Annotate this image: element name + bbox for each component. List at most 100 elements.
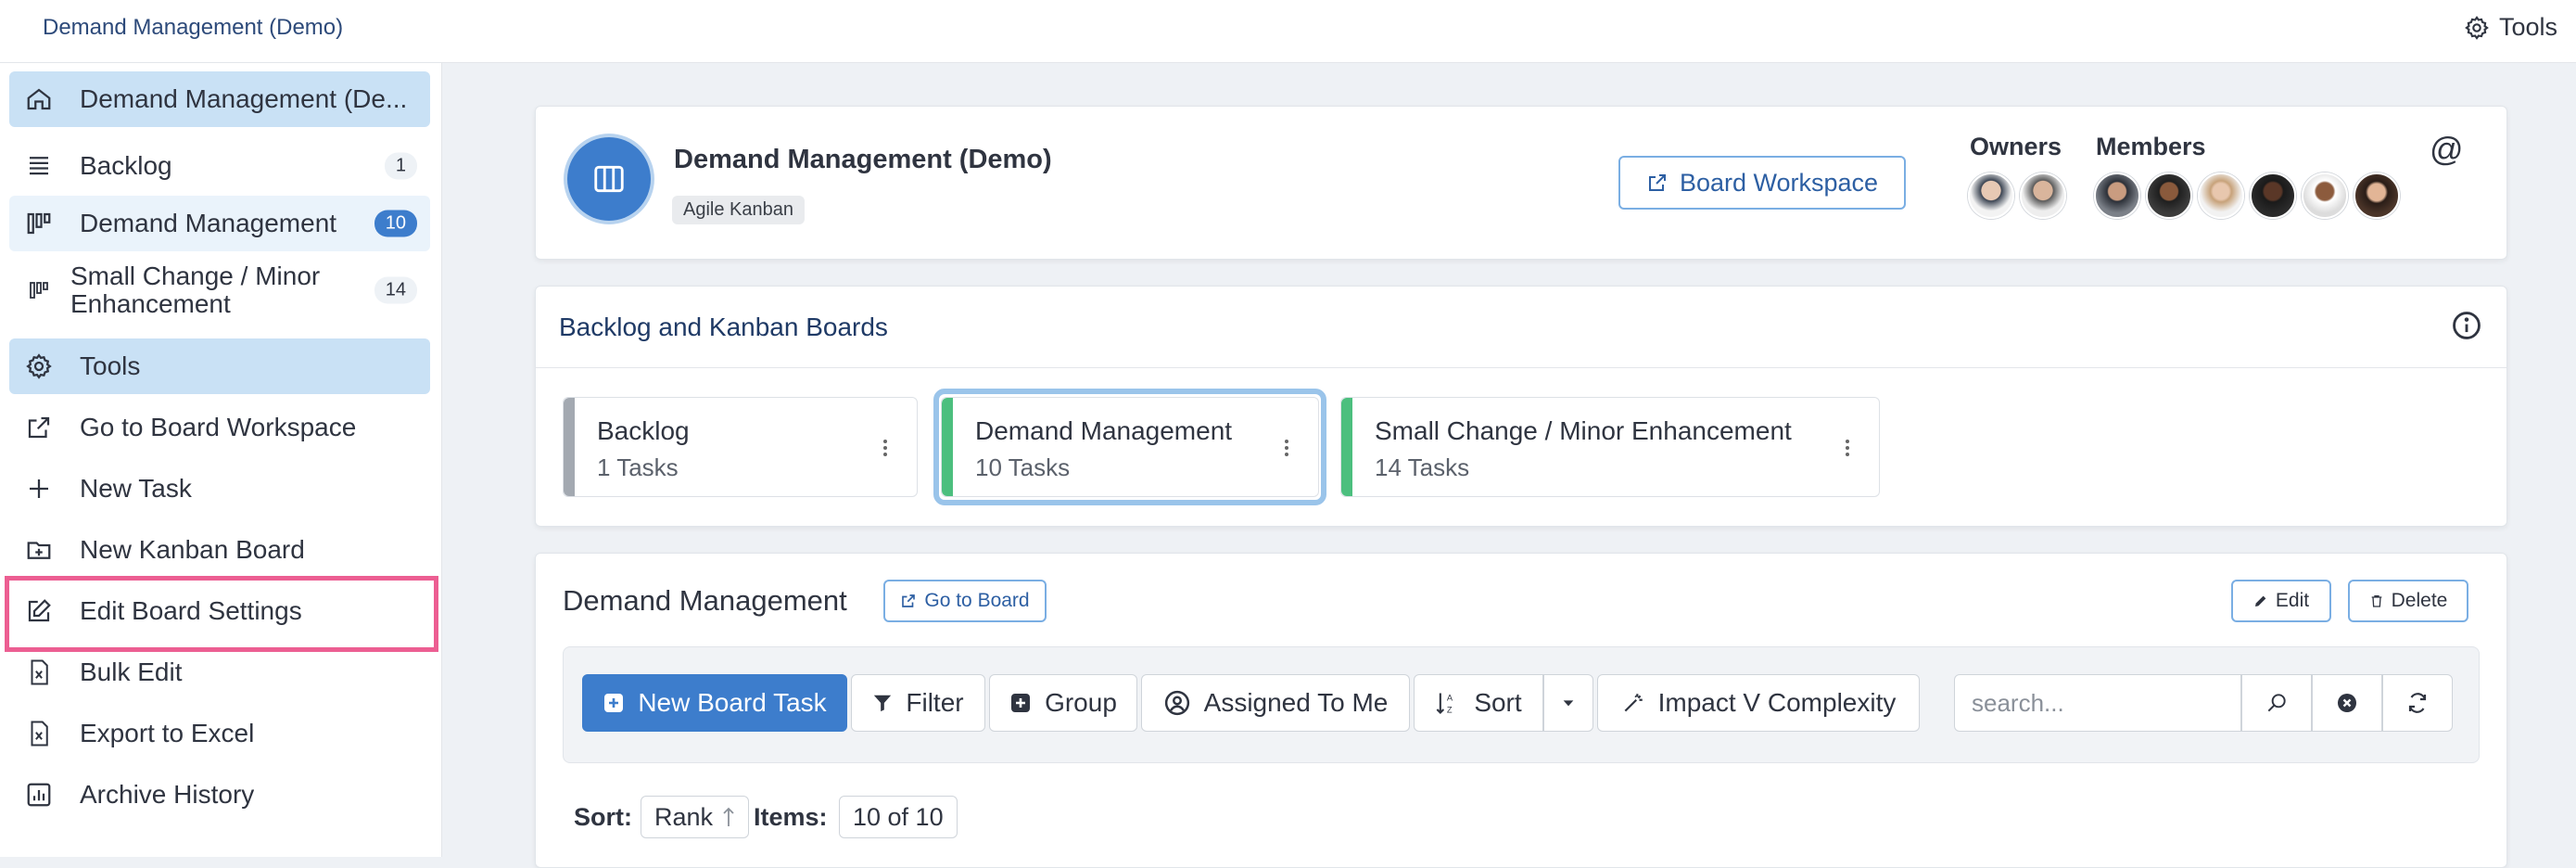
go-to-board-label: Go to Board (924, 590, 1030, 611)
folder-plus-icon (22, 533, 56, 567)
column-color-bar (942, 398, 953, 496)
sort-rank-pill[interactable]: Rank (641, 796, 750, 838)
column-name: Demand Management (975, 416, 1233, 445)
external-link-icon (1648, 174, 1666, 191)
group-button[interactable]: Group (989, 674, 1137, 732)
excel-file-icon (22, 717, 56, 750)
sidebar-item-label: Tools (80, 351, 141, 380)
kanban-icon (22, 274, 56, 307)
filter-icon (874, 695, 892, 712)
sidebar-item-label: Demand Management (De... (80, 84, 408, 113)
gear-icon (22, 350, 56, 383)
board-type-tag: Agile Kanban (672, 196, 805, 224)
member-avatar[interactable] (2302, 172, 2348, 219)
items-heading: Items: (754, 803, 828, 831)
board-search-input[interactable] (1954, 674, 2241, 732)
member-avatar[interactable] (2146, 172, 2192, 219)
sidebar-item-label: Bulk Edit (80, 657, 183, 686)
sidebar-item-edit-board-settings[interactable]: Edit Board Settings (9, 583, 430, 639)
boards-section-title: Backlog and Kanban Boards (559, 313, 888, 341)
items-count-pill: 10 of 10 (839, 796, 958, 838)
sort-dropdown-button[interactable] (1543, 674, 1593, 732)
assigned-to-me-button[interactable]: Assigned To Me (1141, 674, 1410, 732)
info-icon[interactable] (2451, 310, 2482, 346)
caret-down-icon (1563, 700, 1574, 707)
sidebar-item-label: Backlog (80, 151, 172, 180)
sidebar-item-demand-management[interactable]: Demand Management 10 (9, 196, 430, 251)
search-button[interactable] (2241, 674, 2312, 732)
sidebar-item-export-excel[interactable]: Export to Excel (9, 706, 430, 761)
sort-value: Rank (654, 802, 714, 831)
new-board-task-button[interactable]: New Board Task (582, 674, 847, 732)
board-section-title: Demand Management (563, 584, 847, 617)
sidebar-item-home[interactable]: Demand Management (De... (9, 71, 430, 127)
sidebar-item-label: Archive History (80, 780, 255, 809)
kanban-icon (22, 207, 56, 240)
board-workspace-button[interactable]: Board Workspace (1618, 156, 1906, 210)
column-count: 10 Tasks (975, 453, 1071, 481)
column-count: 14 Tasks (1375, 453, 1470, 481)
member-avatar[interactable] (2250, 172, 2296, 219)
member-avatar[interactable] (2198, 172, 2244, 219)
go-to-board-button[interactable]: Go to Board (883, 580, 1047, 622)
filter-button[interactable]: Filter (851, 674, 985, 732)
more-vertical-icon[interactable] (883, 437, 889, 459)
sort-button[interactable]: AZ Sort (1414, 674, 1543, 732)
sidebar: Demand Management (De... Backlog 1 Deman… (0, 63, 442, 857)
member-avatar[interactable] (2354, 172, 2400, 219)
sort-label: Sort (1474, 688, 1522, 717)
tools-menu-button[interactable]: Tools (2464, 13, 2557, 42)
impact-complexity-label: Impact V Complexity (1657, 688, 1897, 717)
mention-button[interactable]: @ (2430, 130, 2464, 169)
sidebar-item-small-change[interactable]: Small Change / Minor Enhancement 14 (9, 258, 430, 323)
sidebar-item-label: New Task (80, 474, 192, 503)
sidebar-item-tools[interactable]: Tools (9, 338, 430, 394)
arrow-up-icon (723, 807, 734, 826)
more-vertical-icon[interactable] (1846, 437, 1851, 459)
delete-button[interactable]: Delete (2348, 580, 2468, 622)
sidebar-item-archive-history[interactable]: Archive History (9, 767, 430, 823)
impact-complexity-button[interactable]: Impact V Complexity (1597, 674, 1920, 732)
divider (536, 367, 2506, 368)
column-color-bar (1341, 398, 1352, 496)
sidebar-item-bulk-edit[interactable]: Bulk Edit (9, 645, 430, 700)
board-title: Demand Management (Demo) (674, 145, 1052, 174)
more-vertical-icon[interactable] (1285, 437, 1290, 459)
excel-file-icon (22, 656, 56, 689)
close-circle-icon (2338, 694, 2356, 712)
sort-alpha-icon: AZ (1436, 693, 1453, 715)
member-avatar[interactable] (2094, 172, 2140, 219)
owner-avatar[interactable] (2020, 172, 2066, 219)
plus-icon (22, 472, 56, 505)
sidebar-item-new-kanban-board[interactable]: New Kanban Board (9, 522, 430, 578)
column-card-demand-management[interactable]: Demand Management 10 Tasks (941, 397, 1319, 497)
edit-icon (22, 594, 56, 628)
owner-avatar[interactable] (1968, 172, 2014, 219)
clear-search-button[interactable] (2312, 674, 2382, 732)
board-workspace-label: Board Workspace (1679, 168, 1879, 197)
sidebar-item-label: Demand Management (80, 209, 337, 237)
column-card-backlog[interactable]: Backlog 1 Tasks (563, 397, 918, 497)
edit-label: Edit (2275, 590, 2310, 611)
new-board-task-label: New Board Task (638, 688, 827, 717)
sidebar-item-go-to-workspace[interactable]: Go to Board Workspace (9, 400, 430, 455)
column-name: Small Change / Minor Enhancement (1375, 416, 1792, 445)
svg-text:Z: Z (1447, 706, 1453, 715)
sidebar-item-backlog[interactable]: Backlog 1 (9, 138, 430, 194)
column-name: Backlog (597, 416, 690, 445)
edit-button[interactable]: Edit (2231, 580, 2331, 622)
board-avatar (567, 137, 651, 221)
columns-icon (594, 165, 624, 193)
magic-wand-icon (1624, 694, 1643, 712)
sidebar-item-label: Small Change / Minor (70, 262, 321, 290)
sidebar-item-new-task[interactable]: New Task (9, 461, 430, 517)
count-badge: 10 (374, 210, 417, 237)
external-link-icon (902, 594, 916, 607)
column-color-bar (564, 398, 575, 496)
tools-label: Tools (2498, 13, 2557, 41)
count-badge: 1 (384, 152, 417, 180)
refresh-button[interactable] (2382, 674, 2453, 732)
sidebar-item-label: New Kanban Board (80, 535, 305, 564)
column-card-small-change[interactable]: Small Change / Minor Enhancement 14 Task… (1340, 397, 1880, 497)
sort-heading: Sort: (574, 803, 632, 831)
